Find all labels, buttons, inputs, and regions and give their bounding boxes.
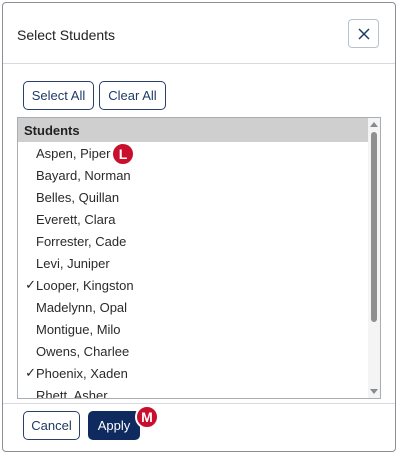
list-item-forrester-cade[interactable]: Forrester, Cade bbox=[18, 230, 370, 252]
list-item-label: Belles, Quillan bbox=[36, 189, 120, 205]
list-header: Students bbox=[18, 118, 370, 142]
list-item-everett-clara[interactable]: Everett, Clara bbox=[18, 208, 370, 230]
list-item-owens-charlee[interactable]: Owens, Charlee bbox=[18, 340, 370, 362]
list-item-label: Phoenix, Xaden bbox=[36, 365, 128, 381]
close-button[interactable] bbox=[348, 19, 379, 48]
list-item-rhett-asher[interactable]: Rhett, Asher bbox=[18, 384, 370, 399]
select-all-button[interactable]: Select All bbox=[23, 81, 94, 110]
list-item-looper-kingston[interactable]: ✓ Looper, Kingston bbox=[18, 274, 370, 296]
clear-all-button[interactable]: Clear All bbox=[99, 81, 166, 110]
list-item-label: Madelynn, Opal bbox=[36, 299, 128, 315]
list-item-label: Montigue, Milo bbox=[36, 321, 121, 337]
list-item-levi-juniper[interactable]: Levi, Juniper bbox=[18, 252, 370, 274]
list-item-label: Owens, Charlee bbox=[36, 343, 130, 359]
header-divider bbox=[3, 63, 395, 64]
list-item-label: Aspen, Piper bbox=[36, 145, 111, 161]
list-item-label: Levi, Juniper bbox=[36, 255, 110, 271]
list-scrollbar[interactable] bbox=[368, 118, 380, 398]
list-item-label: Rhett, Asher bbox=[36, 387, 108, 399]
list-item-phoenix-xaden[interactable]: ✓ Phoenix, Xaden bbox=[18, 362, 370, 384]
list-item-montigue-milo[interactable]: Montigue, Milo bbox=[18, 318, 370, 340]
students-list[interactable]: Students Aspen, Piper Bayard, Norman Bel… bbox=[17, 117, 381, 399]
callout-badge-m: M bbox=[135, 405, 159, 429]
checkmark-icon: ✓ bbox=[25, 365, 36, 380]
scroll-up-arrow-icon[interactable] bbox=[370, 122, 378, 127]
checkmark-icon: ✓ bbox=[25, 277, 36, 292]
apply-button[interactable]: Apply bbox=[88, 411, 140, 440]
footer-divider bbox=[3, 403, 395, 404]
cancel-button[interactable]: Cancel bbox=[23, 411, 80, 440]
list-item-aspen-piper[interactable]: Aspen, Piper bbox=[18, 142, 370, 164]
callout-badge-l: L bbox=[111, 142, 135, 166]
list-item-madelynn-opal[interactable]: Madelynn, Opal bbox=[18, 296, 370, 318]
list-item-label: Forrester, Cade bbox=[36, 233, 127, 249]
list-item-label: Bayard, Norman bbox=[36, 167, 131, 183]
list-item-label: Looper, Kingston bbox=[36, 277, 134, 293]
list-item-bayard-norman[interactable]: Bayard, Norman bbox=[18, 164, 370, 186]
list-item-belles-quillan[interactable]: Belles, Quillan bbox=[18, 186, 370, 208]
scroll-thumb[interactable] bbox=[371, 132, 377, 322]
dialog-title: Select Students bbox=[17, 27, 116, 43]
list-item-label: Everett, Clara bbox=[36, 211, 116, 227]
scroll-down-arrow-icon[interactable] bbox=[370, 389, 378, 394]
select-students-dialog: Select Students Select All Clear All Stu… bbox=[2, 2, 396, 452]
close-icon bbox=[357, 27, 370, 40]
